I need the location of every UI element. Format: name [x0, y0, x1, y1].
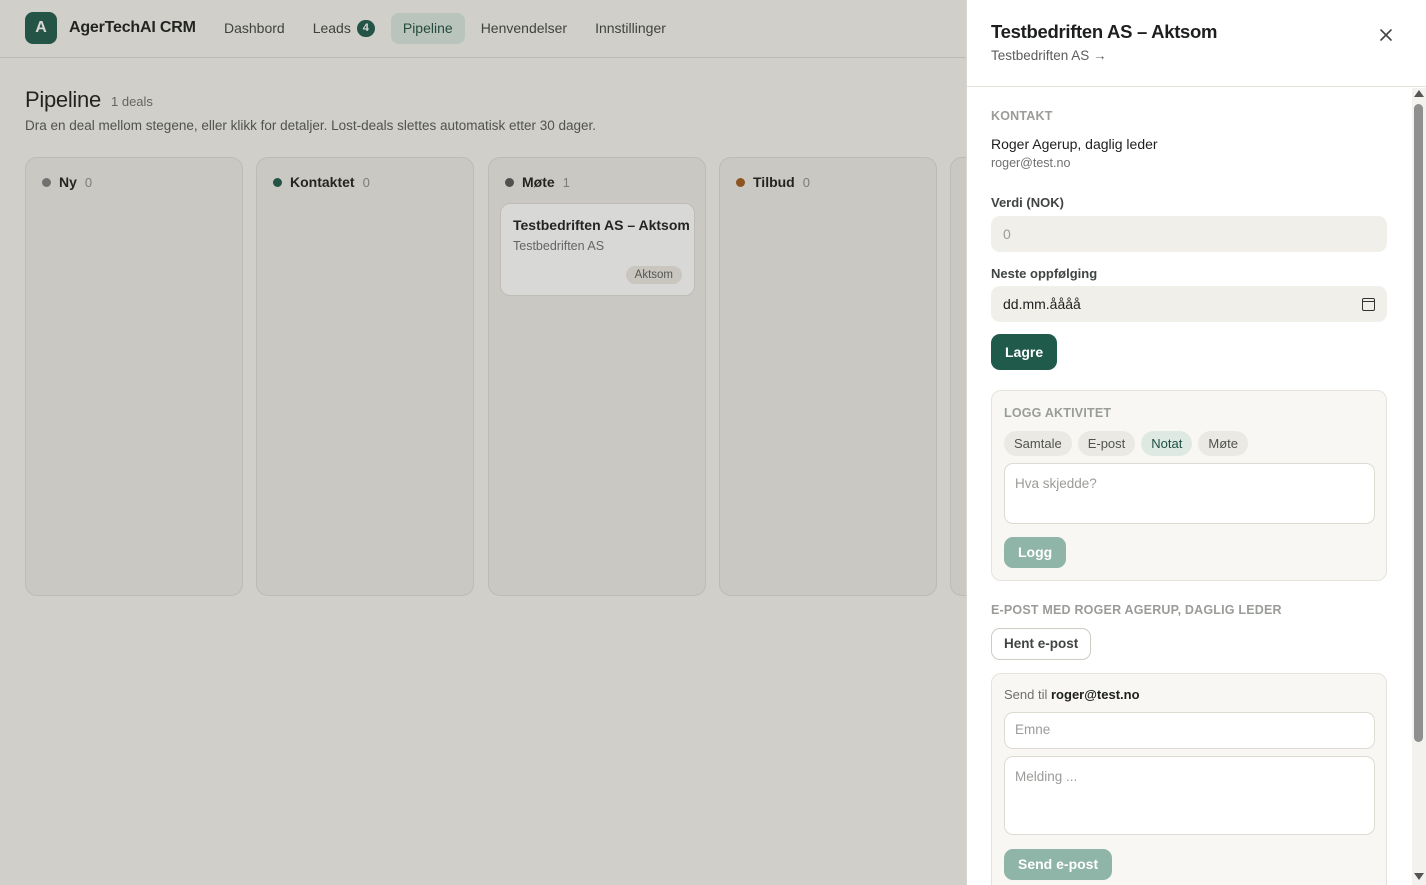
company-link[interactable]: Testbedriften AS → [991, 48, 1107, 63]
email-section-label: E-POST MED ROGER AGERUP, DAGLIG LEDER [991, 603, 1282, 617]
contact-name: Roger Agerup, daglig leder [991, 136, 1158, 152]
deal-detail-drawer: Testbedriften AS – Aktsom Testbedriften … [966, 0, 1426, 885]
activity-panel: LOGG AKTIVITET Samtale E-post Notat Møte… [991, 390, 1387, 581]
activity-type-chips: Samtale E-post Notat Møte [1004, 431, 1248, 456]
email-compose-panel: Send til roger@test.no Emne Melding ... … [991, 673, 1387, 885]
scroll-up-arrow-icon[interactable] [1414, 90, 1424, 97]
fetch-email-button[interactable]: Hent e-post [991, 628, 1092, 660]
calendar-icon[interactable] [1362, 297, 1375, 311]
activity-section-label: LOGG AKTIVITET [1004, 406, 1112, 420]
activity-type-email[interactable]: E-post [1077, 431, 1136, 456]
send-email-button[interactable]: Send e-post [1004, 849, 1113, 880]
scroll-down-arrow-icon[interactable] [1414, 873, 1424, 880]
drawer-title: Testbedriften AS – Aktsom [991, 21, 1218, 42]
contact-email: roger@test.no [991, 156, 1071, 170]
followup-label: Neste oppfølging [991, 266, 1098, 281]
send-to-prefix: Send til [1004, 687, 1048, 702]
activity-type-note[interactable]: Notat [1141, 431, 1193, 456]
email-subject-input[interactable]: Emne [1004, 712, 1375, 749]
close-icon[interactable] [1376, 25, 1396, 45]
send-to-line: Send til roger@test.no [1004, 687, 1140, 702]
followup-date-input[interactable]: dd.mm.åååå [991, 286, 1387, 322]
contact-section-label: KONTAKT [991, 109, 1053, 123]
value-input[interactable]: 0 [991, 216, 1387, 252]
email-message-textarea[interactable]: Melding ... [1004, 756, 1375, 835]
activity-type-meeting[interactable]: Møte [1198, 431, 1248, 456]
activity-textarea[interactable]: Hva skjedde? [1004, 463, 1375, 524]
scrollbar-thumb[interactable] [1414, 104, 1423, 742]
send-to-email: roger@test.no [1051, 687, 1140, 702]
followup-date-value: dd.mm.åååå [1003, 296, 1081, 312]
modal-backdrop[interactable] [0, 0, 966, 885]
value-label: Verdi (NOK) [991, 195, 1064, 210]
save-button[interactable]: Lagre [991, 334, 1058, 370]
value-placeholder: 0 [1003, 226, 1011, 242]
drawer-header: Testbedriften AS – Aktsom Testbedriften … [967, 0, 1426, 87]
activity-type-call[interactable]: Samtale [1004, 431, 1072, 456]
log-button[interactable]: Logg [1004, 537, 1067, 568]
